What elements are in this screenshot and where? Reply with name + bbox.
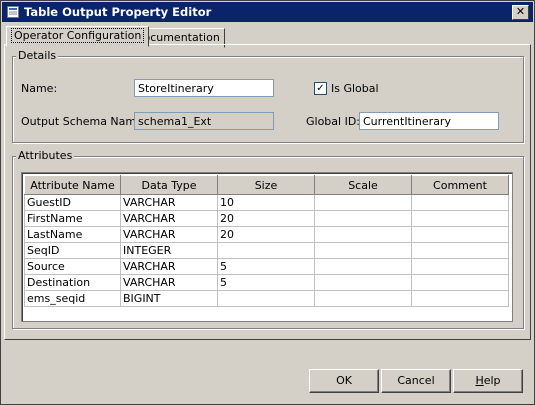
table-cell[interactable]: ems_seqid	[24, 290, 121, 307]
table-cell[interactable]: GuestID	[24, 194, 121, 211]
table-cell[interactable]	[314, 194, 412, 211]
table-cell[interactable]	[411, 226, 509, 243]
table-cell[interactable]	[411, 210, 509, 227]
table-cell[interactable]: VARCHAR	[120, 274, 218, 291]
window-title: Table Output Property Editor	[24, 5, 212, 19]
help-mnemonic: H	[475, 374, 484, 387]
is-global-label: Is Global	[331, 82, 379, 95]
table-cell[interactable]	[314, 274, 412, 291]
table-cell[interactable]: 20	[217, 226, 315, 243]
table-cell[interactable]: LastName	[24, 226, 121, 243]
table-cell[interactable]	[314, 258, 412, 275]
table-cell[interactable]: VARCHAR	[120, 194, 218, 211]
table-row[interactable]: LastName VARCHAR 20	[24, 226, 509, 243]
help-button[interactable]: Help	[453, 369, 523, 393]
global-id-label: Global ID:	[306, 115, 361, 128]
table-row[interactable]: GuestID VARCHAR 10	[24, 194, 509, 211]
table-cell[interactable]: INTEGER	[120, 242, 218, 259]
table-cell[interactable]	[314, 290, 412, 307]
is-global-checkbox[interactable]: ✓	[314, 82, 327, 95]
table-cell[interactable]: 20	[217, 210, 315, 227]
table-header-row: Attribute Name Data Type Size Scale Comm…	[24, 175, 509, 195]
column-header-scale[interactable]: Scale	[314, 175, 412, 195]
table-cell[interactable]: 5	[217, 274, 315, 291]
table-cell[interactable]: 10	[217, 194, 315, 211]
table-cell[interactable]	[411, 290, 509, 307]
column-header-data-type[interactable]: Data Type	[120, 175, 218, 195]
help-label-rest: elp	[483, 374, 501, 387]
dialog-window: Table Output Property Editor ✕ Operator …	[0, 0, 535, 405]
table-row[interactable]: Source VARCHAR 5	[24, 258, 509, 275]
table-cell[interactable]	[314, 242, 412, 259]
table-cell[interactable]	[411, 242, 509, 259]
tab-operator-configuration[interactable]: Operator Configuration	[6, 26, 150, 47]
name-field[interactable]: StoreItinerary	[134, 79, 274, 97]
table-cell[interactable]: Source	[24, 258, 121, 275]
cancel-button[interactable]: Cancel	[381, 369, 451, 393]
table-row[interactable]: Destination VARCHAR 5	[24, 274, 509, 291]
close-icon[interactable]: ✕	[512, 5, 529, 20]
table-row[interactable]: SeqID INTEGER	[24, 242, 509, 259]
column-header-size[interactable]: Size	[217, 175, 315, 195]
title-bar[interactable]: Table Output Property Editor ✕	[2, 2, 533, 22]
table-cell[interactable]	[217, 242, 315, 259]
table-cell[interactable]: VARCHAR	[120, 226, 218, 243]
table-cell[interactable]: BIGINT	[120, 290, 218, 307]
table-cell[interactable]	[411, 194, 509, 211]
table-cell[interactable]: VARCHAR	[120, 258, 218, 275]
name-label: Name:	[21, 82, 58, 95]
table-cell[interactable]	[314, 226, 412, 243]
table-cell[interactable]: VARCHAR	[120, 210, 218, 227]
column-header-comment[interactable]: Comment	[411, 175, 509, 195]
attributes-group-label: Attributes	[16, 149, 75, 162]
table-cell[interactable]: 5	[217, 258, 315, 275]
table-row[interactable]: ems_seqid BIGINT	[24, 290, 509, 307]
attributes-table: Attribute Name Data Type Size Scale Comm…	[24, 175, 509, 307]
output-schema-label: Output Schema Name:	[21, 115, 147, 128]
table-cell[interactable]	[217, 290, 315, 307]
tab-label: Operator Configuration	[11, 28, 145, 43]
ok-button[interactable]: OK	[309, 369, 379, 393]
output-schema-field: schema1_Ext	[134, 112, 274, 130]
table-cell[interactable]	[411, 274, 509, 291]
table-cell[interactable]: Destination	[24, 274, 121, 291]
attributes-table-container: Attribute Name Data Type Size Scale Comm…	[21, 172, 513, 322]
table-cell[interactable]	[314, 210, 412, 227]
details-group-label: Details	[16, 49, 59, 62]
table-cell[interactable]: FirstName	[24, 210, 121, 227]
table-row[interactable]: FirstName VARCHAR 20	[24, 210, 509, 227]
table-cell[interactable]	[411, 258, 509, 275]
global-id-field[interactable]: CurrentItinerary	[359, 112, 499, 130]
app-icon	[7, 6, 19, 18]
table-cell[interactable]: SeqID	[24, 242, 121, 259]
column-header-attribute-name[interactable]: Attribute Name	[24, 175, 121, 195]
